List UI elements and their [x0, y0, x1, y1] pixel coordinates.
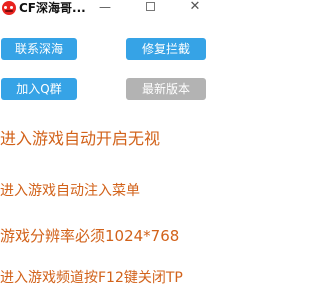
notice-close-tp: 进入游戏频道按F12键关闭TP: [0, 270, 183, 286]
repair-button[interactable]: 修复拦截: [126, 38, 206, 60]
contact-button[interactable]: 联系深海: [1, 38, 77, 60]
latest-version-button[interactable]: 最新版本: [126, 78, 206, 100]
title-bar[interactable]: CF深海哥... — ✕: [0, 0, 211, 16]
app-face-icon: [2, 1, 16, 15]
notice-resolution: 游戏分辨率必须1024*768: [0, 227, 180, 245]
notice-auto-inject: 进入游戏自动注入菜单: [0, 183, 140, 199]
minimize-button[interactable]: —: [98, 0, 112, 16]
maximize-button[interactable]: [144, 0, 158, 16]
join-group-button[interactable]: 加入Q群: [1, 78, 77, 100]
window-title: CF深海哥...: [19, 1, 86, 15]
close-button[interactable]: ✕: [186, 0, 204, 16]
notice-auto-ignore: 进入游戏自动开启无视: [0, 129, 161, 148]
